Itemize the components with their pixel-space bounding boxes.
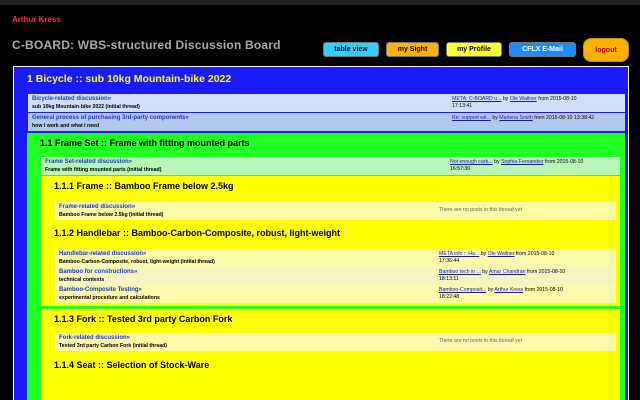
thread-row: Handlebar-related discussion» Bamboo-Car… [55,249,616,267]
last-post-by: by [479,251,488,257]
wbs-node-title[interactable]: 1.1.4 Seat :: Selection of Stock-Ware [54,360,209,370]
author-link[interactable]: Ole Wallner [510,96,537,102]
last-post-by: by [492,159,502,165]
last-post-time: 18:13:11 [439,276,459,282]
wbs-node-seat: 1.1.4 Seat :: Selection of Stock-Ware [41,355,620,400]
last-post-date: from 2015-08-10 [536,96,577,102]
top-strip [0,0,640,5]
author-link[interactable]: Marlena Smith [499,115,532,121]
thread-subtitle: Tested 3rd party Carbon Fork (initial th… [59,343,167,349]
wbs-node-fork: 1.1.3 Fork :: Tested 3rd party Carbon Fo… [41,309,620,356]
thread-last-post: META info :: Ha... by Ole Wallner from 2… [439,251,615,265]
last-post-date: from 2015-08-10 [525,269,566,275]
thread-subtitle: Bamboo-Carbon-Composite, robust, light-w… [59,259,215,265]
last-post-link[interactable]: Re: support wit... [452,115,491,121]
thread-title-link[interactable]: Frame-related discussion» [59,204,135,210]
thread-row: General process of purchasing 3rd-party … [28,113,625,131]
last-post-link[interactable]: META: C-BOARD u... [452,96,501,102]
last-post-time: 17:36:44 [439,258,460,264]
last-post-time: 16:57:30 [450,166,471,172]
thread-last-post: Bamboo-Composit... by Arthur Kress from … [439,287,615,301]
thread-subtitle: technical contexts [59,277,105,283]
app-title: C-BOARD: WBS-structured Discussion Board [12,38,281,52]
thread-title-link[interactable]: Bamboo for constructions» [59,269,137,275]
last-post-date: from 2015-08-10 [523,287,563,293]
thread-title-link[interactable]: Bamboo-Composite Testing» [59,287,142,293]
current-user-name[interactable]: Arthur Kress [12,15,61,24]
thread-subtitle: sub 10kg Mountain-bike 2022 (initial thr… [32,104,140,110]
wbs-node-frame: 1.1.1 Frame :: Bamboo Frame below 2.5kg … [41,176,620,226]
wbs-node-title[interactable]: 1.1.3 Fork :: Tested 3rd party Carbon Fo… [54,314,232,324]
last-post-link[interactable]: Bamboo tech in ... [439,269,481,275]
last-post-by: by [501,96,510,102]
thread-title-link[interactable]: General process of purchasing 3rd-party … [32,115,189,121]
wbs-node-title[interactable]: 1.1 Frame Set :: Frame with fitting moun… [40,138,250,148]
thread-title-link[interactable]: Fork-related discussion» [59,335,130,341]
wbs-node-title[interactable]: 1.1.2 Handlebar :: Bamboo-Carbon-Composi… [54,228,340,238]
my-sight-button[interactable]: my Sight [386,42,439,57]
last-post-link[interactable]: Bamboo-Composit... [439,287,486,293]
table-view-button[interactable]: table view [323,42,379,57]
thread-subtitle: Bamboo Frame below 2.5kg (initial thread… [59,212,164,218]
thread-title-link[interactable]: Frame Set-related discussion» [45,159,132,165]
wbs-node-frame-set: 1.1 Frame Set :: Frame with fitting moun… [27,133,625,400]
author-link[interactable]: Ole Wallner [488,251,515,257]
author-link[interactable]: Amar Chandran [489,269,526,275]
thread-subtitle: experimental procedure and calculations [59,295,160,301]
empty-thread-notice: There are no posts in this thread yet [439,207,523,213]
thread-last-post: Re: support wit... by Marlena Smith from… [452,115,624,122]
last-post-link[interactable]: META info :: Ha... [439,251,479,257]
thread-title-link[interactable]: Bicycle-related discussion» [32,96,111,102]
thread-subtitle: Frame with fitting mounted parts (initia… [45,167,162,173]
last-post-link[interactable]: Not enough carb... [450,159,493,165]
last-post-date: from 2015-08-10 13:38:42 [532,115,595,121]
my-profile-button[interactable]: my Profile [446,42,502,57]
last-post-time: 18:22:48 [439,294,460,300]
thread-row: Frame-related discussion» Bamboo Frame b… [55,202,616,220]
empty-thread-notice: There are no posts in this thread yet [439,338,523,344]
logout-button[interactable]: logout [583,38,629,62]
thread-row: Fork-related discussion» Tested 3rd part… [55,333,616,351]
thread-row: Bamboo-Composite Testing» experimental p… [55,285,616,303]
thread-row: Bicycle-related discussion» sub 10kg Mou… [28,94,625,112]
thread-last-post: Bamboo tech in ... by Amar Chandran from… [439,269,615,283]
author-link[interactable]: Arthur Kress [494,287,523,293]
author-link[interactable]: Sophia Fernandez [501,159,543,165]
last-post-time: 17:13:41 [452,103,473,109]
last-post-date: from 2015-08-10 [543,159,584,165]
wbs-node-title[interactable]: 1 Bicycle :: sub 10kg Mountain-bike 2022 [27,73,231,85]
thread-row: Bamboo for constructions» technical cont… [55,267,616,285]
thread-last-post: Not enough carb... by Sophia Fernandez f… [450,159,620,173]
wbs-node-handlebar: 1.1.2 Handlebar :: Bamboo-Carbon-Composi… [41,223,620,306]
thread-title-link[interactable]: Handlebar-related discussion» [59,251,146,257]
thread-subtitle: how I work and what I need [32,123,100,129]
thread-last-post: META: C-BOARD u... by Ole Wallner from 2… [452,96,624,110]
cflx-email-button[interactable]: CFLX E-Mail [509,42,576,57]
last-post-date: from 2015-08-10 [514,251,555,257]
last-post-by: by [480,269,489,275]
thread-row: Frame Set-related discussion» Frame with… [41,157,620,175]
wbs-node-title[interactable]: 1.1.1 Frame :: Bamboo Frame below 2.5kg [54,181,234,191]
